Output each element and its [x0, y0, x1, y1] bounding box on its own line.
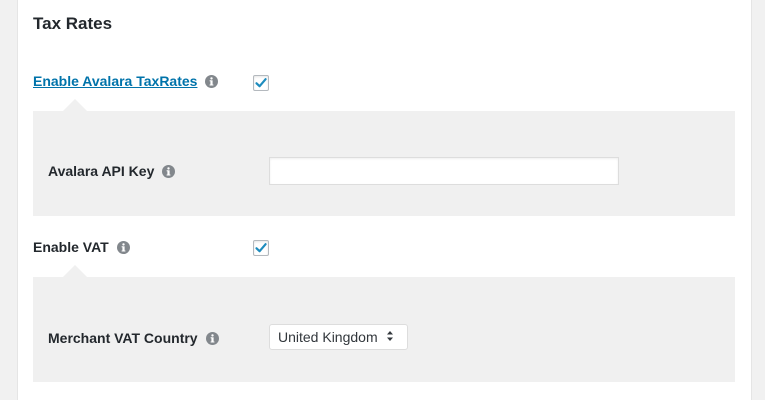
- subpanel-pointer: [63, 265, 87, 277]
- info-icon[interactable]: [205, 74, 219, 88]
- info-icon[interactable]: [162, 164, 176, 178]
- section-title: Tax Rates: [33, 14, 113, 33]
- merchant-vat-country-label: Merchant VAT Country: [48, 330, 198, 346]
- merchant-vat-country-value: United Kingdom: [278, 329, 378, 345]
- vat-enable-row: Enable VAT: [33, 239, 130, 255]
- avalara-enable-checkbox[interactable]: [253, 75, 269, 91]
- vat-enable-checkbox[interactable]: [253, 240, 269, 256]
- avalara-api-key-label-row: Avalara API Key: [48, 163, 176, 179]
- avalara-api-key-label: Avalara API Key: [48, 163, 155, 179]
- avalara-enable-row: Enable Avalara TaxRates: [33, 73, 219, 89]
- info-icon[interactable]: [116, 240, 130, 254]
- up-down-caret-icon: [386, 329, 394, 345]
- avalara-subpanel: Avalara API Key: [33, 99, 735, 216]
- checkmark-icon: [255, 243, 267, 253]
- subpanel-pointer: [63, 99, 87, 111]
- settings-panel: Tax Rates Enable Avalara TaxRates Avalar…: [18, 0, 751, 400]
- avalara-api-key-input[interactable]: [269, 157, 619, 185]
- merchant-vat-country-label-row: Merchant VAT Country: [48, 330, 219, 346]
- avalara-enable-link[interactable]: Enable Avalara TaxRates: [33, 73, 197, 89]
- vat-subpanel: Merchant VAT Country United Kingdom: [33, 265, 735, 382]
- vat-enable-label: Enable VAT: [33, 239, 109, 255]
- checkmark-icon: [255, 78, 267, 88]
- info-icon[interactable]: [205, 331, 219, 345]
- merchant-vat-country-select[interactable]: United Kingdom: [269, 324, 408, 350]
